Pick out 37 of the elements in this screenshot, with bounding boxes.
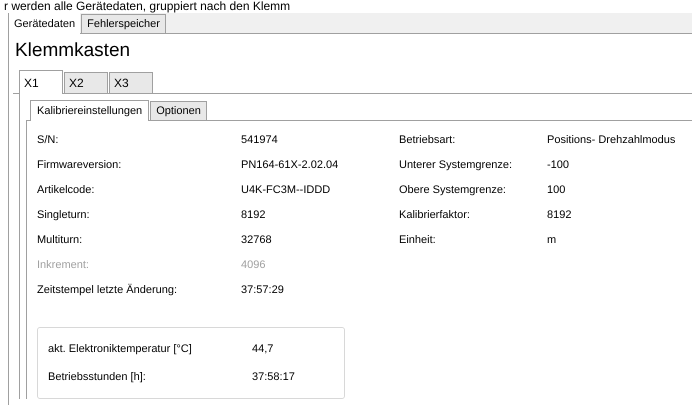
- field-label: Betriebsstunden [h]:: [48, 370, 147, 384]
- field-label: Singleturn:: [37, 208, 91, 222]
- field-value: 100: [547, 183, 566, 197]
- field-value: 541974: [241, 133, 279, 147]
- field-value: 44,7: [252, 342, 274, 356]
- field-label: S/N:: [37, 133, 60, 147]
- field-value: 32768: [241, 233, 273, 247]
- tab[interactable]: Optionen: [150, 101, 207, 120]
- field-label: Multiturn:: [37, 233, 84, 247]
- field-label: Zeitstempel letzte Änderung:: [37, 283, 178, 297]
- field-value: 37:57:29: [241, 283, 285, 297]
- section-heading: Klemmkasten: [15, 40, 132, 62]
- field-label: Inkrement:: [37, 258, 90, 272]
- field-label: Firmwareversion:: [37, 158, 122, 172]
- field-label: Kalibrierfaktor:: [399, 208, 471, 222]
- tab[interactable]: X1: [19, 70, 63, 94]
- field-value: m: [547, 233, 558, 247]
- field-label: Obere Systemgrenze:: [399, 183, 507, 197]
- field-value: 8192: [241, 208, 266, 222]
- field-value: Positions- Drehzahlmodus: [547, 133, 676, 147]
- field-label: Artikelcode:: [37, 183, 96, 197]
- field-label: Betriebsart:: [399, 133, 456, 147]
- field-value: PN164-61X-2.02.04: [241, 158, 340, 172]
- tab[interactable]: X2: [64, 72, 108, 93]
- tab[interactable]: Kalibriereinstellungen: [30, 100, 150, 121]
- field-value: U4K-FC3M--IDDD: [241, 183, 332, 197]
- field-value: 37:58:17: [252, 370, 296, 384]
- tab[interactable]: X3: [109, 72, 153, 93]
- field-value: 8192: [547, 208, 572, 222]
- field-label: Unterer Systemgrenze:: [399, 158, 514, 172]
- field-label: Einheit:: [399, 233, 437, 247]
- field-value: 4096: [241, 258, 266, 272]
- tab[interactable]: Gerätedaten: [9, 13, 80, 34]
- field-label: akt. Elektroniktemperatur [°C]: [48, 342, 193, 356]
- caption-text: r werden alle Gerätedaten, gruppiert nach den Klemm: [3, 0, 292, 13]
- tab[interactable]: Fehlerspeicher: [81, 14, 166, 33]
- field-value: -100: [547, 158, 570, 172]
